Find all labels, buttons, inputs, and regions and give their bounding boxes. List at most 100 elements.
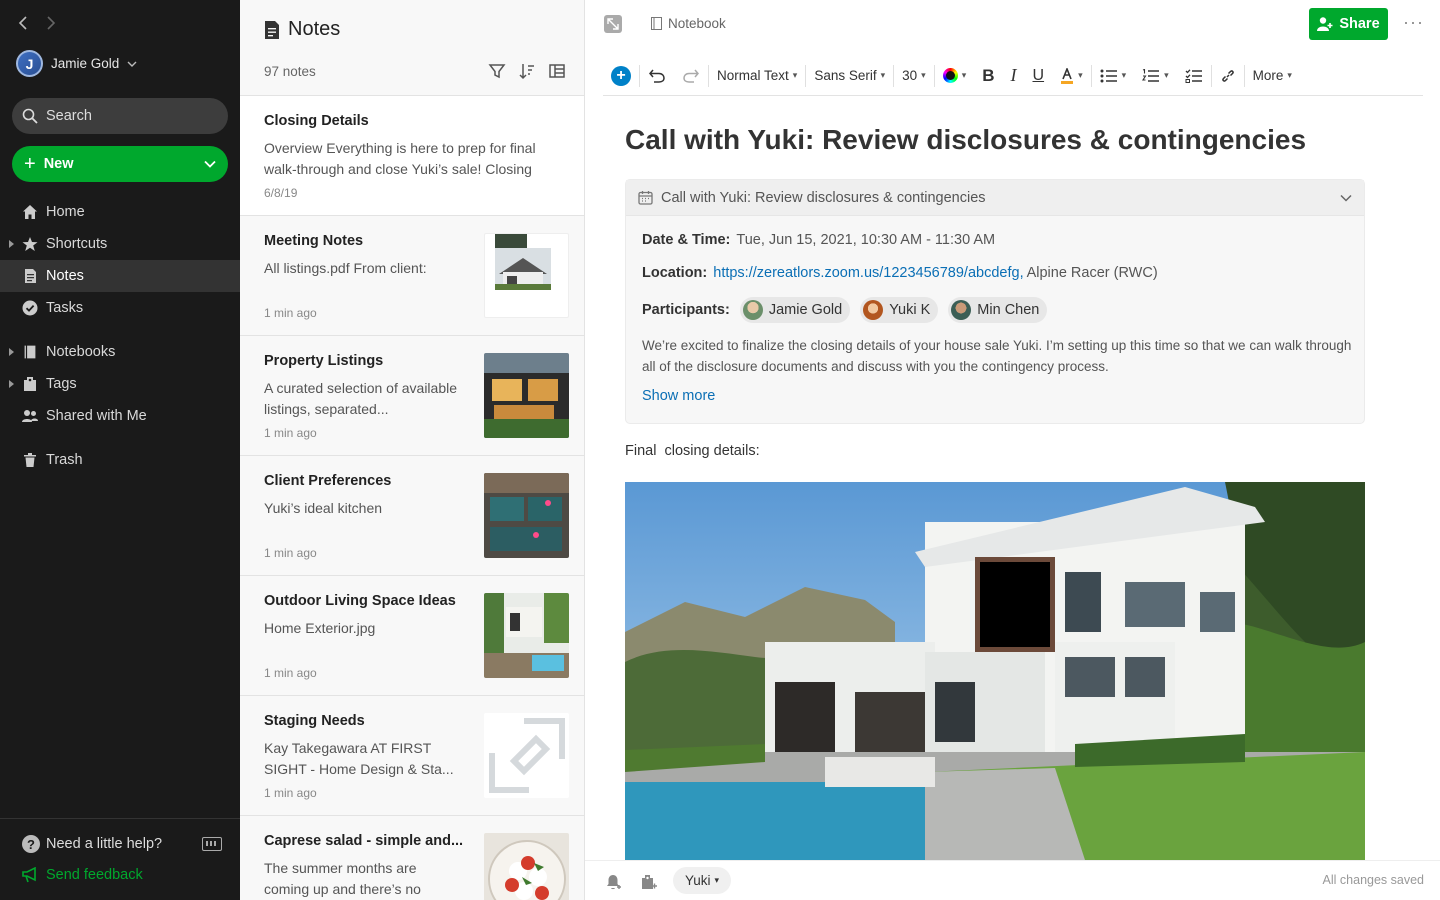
sidebar-item-label: Notebooks	[46, 344, 116, 360]
note-card[interactable]: Staging Needs Kay Takegawara AT FIRST SI…	[240, 696, 584, 816]
search-button[interactable]: Search	[12, 98, 228, 134]
back-arrow-icon[interactable]	[16, 14, 30, 32]
checklist-button[interactable]	[1177, 62, 1211, 90]
formatting-toolbar: + Normal Text ▾ Sans Serif ▾ 30 ▾ ▾ B I U ▾…	[603, 56, 1423, 96]
sidebar-item-label: Notes	[46, 268, 84, 284]
sidebar-item-notebooks[interactable]: Notebooks	[0, 336, 240, 368]
participant-chip[interactable]: Yuki K	[860, 297, 939, 323]
sidebar: J Jamie Gold Search + New Home Shortcuts…	[0, 0, 240, 900]
font-dropdown[interactable]: Sans Serif ▾	[806, 62, 893, 90]
sidebar-item-notes[interactable]: Notes	[0, 260, 240, 292]
note-count: 97 notes	[264, 64, 316, 79]
note-title: Closing Details	[264, 113, 369, 129]
bullet-list-dropdown[interactable]: ▾	[1092, 62, 1135, 90]
notebook-selector[interactable]: Notebook	[651, 16, 726, 31]
note-card[interactable]: Meeting Notes All listings.pdf From clie…	[240, 216, 584, 336]
save-status: All changes saved	[1322, 873, 1424, 887]
sidebar-item-shared[interactable]: Shared with Me	[0, 400, 240, 432]
numbered-list-icon	[1142, 68, 1160, 82]
tag-chip[interactable]: Yuki ▾	[673, 867, 732, 894]
sidebar-footer: ? Need a little help? Send feedback	[0, 818, 240, 900]
note-title: Meeting Notes	[264, 233, 364, 249]
sidebar-item-trash[interactable]: Trash	[0, 444, 240, 476]
filter-icon[interactable]	[488, 62, 506, 80]
expand-icon[interactable]	[604, 15, 622, 33]
meeting-participants-row: Participants: Jamie Gold Yuki K Min Chen	[642, 297, 1051, 323]
more-options-icon[interactable]: ···	[1403, 12, 1424, 33]
note-snippet: The summer months are coming up and ther…	[264, 860, 421, 897]
text-color-dropdown[interactable]: ▾	[935, 62, 975, 90]
show-more-link[interactable]: Show more	[642, 388, 715, 404]
meeting-location-row: Location: https://zereatlors.zoom.us/122…	[642, 265, 1158, 281]
redo-button[interactable]	[674, 62, 708, 90]
account-switcher[interactable]: J Jamie Gold	[16, 50, 137, 77]
meeting-card-header[interactable]: Call with Yuki: Review disclosures & con…	[626, 180, 1364, 216]
share-button[interactable]: Share	[1309, 8, 1388, 40]
sidebar-item-tags[interactable]: Tags	[0, 368, 240, 400]
chevron-down-icon[interactable]	[204, 160, 216, 168]
chevron-down-icon	[127, 61, 137, 67]
font-size-dropdown[interactable]: 30 ▾	[894, 62, 934, 90]
participant-chip[interactable]: Jamie Gold	[739, 297, 851, 323]
underline-icon: U	[1032, 66, 1045, 84]
new-note-button[interactable]: + New	[12, 146, 228, 182]
sidebar-item-tasks[interactable]: Tasks	[0, 292, 240, 324]
bold-button[interactable]: B	[974, 62, 1002, 90]
search-label: Search	[46, 108, 92, 124]
sort-icon[interactable]	[518, 62, 536, 80]
underline-button[interactable]: U	[1025, 62, 1053, 90]
help-link[interactable]: ? Need a little help?	[22, 835, 162, 853]
insert-button[interactable]: +	[603, 62, 639, 90]
note-date: 6/8/19	[264, 186, 298, 200]
expand-caret-icon[interactable]	[9, 348, 14, 356]
note-card[interactable]: Client Preferences Yuki’s ideal kitchen …	[240, 456, 584, 576]
italic-button[interactable]: I	[1003, 62, 1025, 90]
chevron-down-icon[interactable]	[1340, 194, 1352, 202]
redo-icon	[683, 69, 699, 83]
note-card[interactable]: Closing Details Overview Everything is h…	[240, 96, 584, 216]
keyboard-icon[interactable]	[202, 837, 222, 851]
forward-arrow-icon[interactable]	[44, 14, 58, 32]
note-date: 1 min ago	[264, 546, 317, 560]
feedback-link[interactable]: Send feedback	[22, 867, 143, 883]
body-text[interactable]: Final closing details:	[625, 443, 760, 459]
feedback-label: Send feedback	[46, 867, 143, 883]
reminder-bell-icon[interactable]	[604, 873, 622, 891]
note-list-tools	[488, 62, 566, 80]
location-link[interactable]: https://zereatlors.zoom.us/1223456789/ab…	[713, 265, 1023, 281]
note-snippet: Overview Everything is here to prep for …	[264, 140, 536, 177]
add-tag-icon[interactable]	[640, 873, 658, 891]
avatar	[863, 300, 884, 320]
highlight-dropdown[interactable]: ▾	[1052, 62, 1091, 90]
more-formatting-dropdown[interactable]: More ▾	[1245, 62, 1300, 90]
search-icon	[22, 108, 38, 124]
note-card[interactable]: Outdoor Living Space Ideas Home Exterior…	[240, 576, 584, 696]
note-card[interactable]: Caprese salad - simple and... The summer…	[240, 816, 584, 900]
expand-caret-icon[interactable]	[9, 240, 14, 248]
color-wheel-icon	[942, 68, 958, 83]
view-options-icon[interactable]	[548, 62, 566, 80]
location-label: Location:	[642, 265, 708, 281]
sidebar-item-label: Tasks	[46, 300, 84, 316]
help-label: Need a little help?	[46, 836, 163, 852]
note-card[interactable]: Property Listings A curated selection of…	[240, 336, 584, 456]
participant-chip[interactable]: Min Chen	[948, 297, 1048, 323]
sidebar-item-home[interactable]: Home	[0, 196, 240, 228]
text-style-dropdown[interactable]: Normal Text ▾	[709, 62, 805, 90]
sidebar-item-shortcuts[interactable]: Shortcuts	[0, 228, 240, 260]
note-title[interactable]: Call with Yuki: Review disclosures & con…	[625, 124, 1306, 156]
participants-label: Participants:	[642, 302, 730, 318]
history-nav	[16, 14, 58, 32]
chevron-down-icon: ▾	[1164, 70, 1169, 80]
expand-caret-icon[interactable]	[9, 380, 14, 388]
numbered-list-dropdown[interactable]: ▾	[1134, 62, 1177, 90]
notebook-name: Notebook	[668, 16, 726, 31]
link-button[interactable]	[1212, 62, 1244, 90]
help-icon: ?	[22, 835, 40, 853]
datetime-label: Date & Time:	[642, 232, 731, 248]
sidebar-item-label: Tags	[46, 376, 77, 392]
house-photo[interactable]	[625, 482, 1365, 860]
participant-name: Yuki K	[889, 302, 931, 318]
note-list: Notes 97 notes Closing Details Overview …	[240, 0, 585, 900]
undo-button[interactable]	[640, 62, 674, 90]
